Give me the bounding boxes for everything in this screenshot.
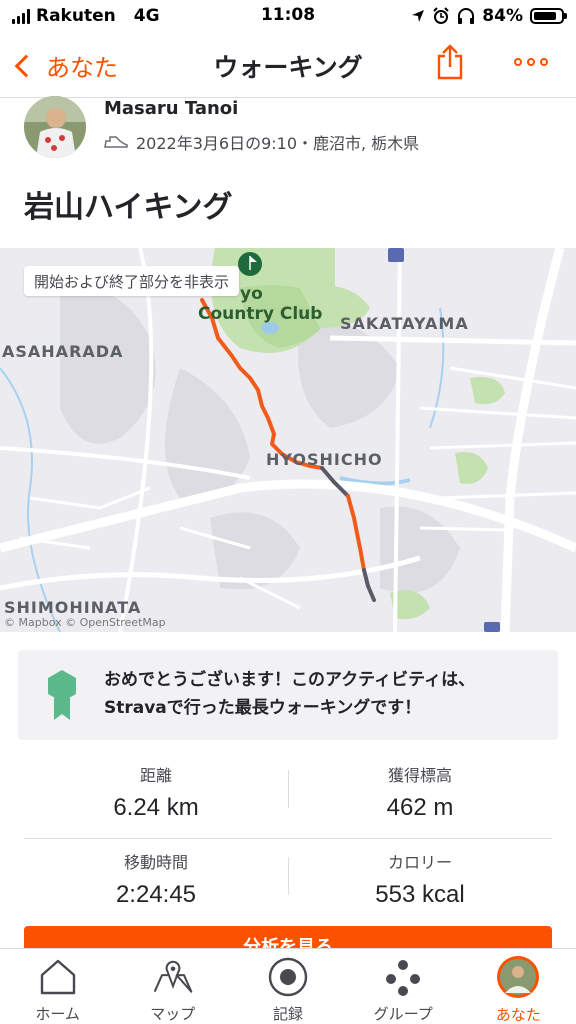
tab-you-label: あなた xyxy=(495,1006,541,1024)
map-label-hyoshicho: HYOSHICHO xyxy=(266,450,383,469)
walking-shoe-icon xyxy=(104,136,128,148)
map-attribution: © Mapbox © OpenStreetMap xyxy=(4,616,166,629)
stat-moving-time-label: 移動時間 xyxy=(123,853,188,872)
map-label-sakatayama: SAKATAYAMA xyxy=(340,314,469,333)
share-icon[interactable] xyxy=(436,44,464,80)
tab-home[interactable]: ホーム xyxy=(0,949,115,1024)
stat-calories: カロリー 553 kcal xyxy=(288,839,552,909)
record-icon xyxy=(268,957,308,996)
athlete-avatar[interactable] xyxy=(24,96,86,158)
athlete-name[interactable]: Masaru Tanoi xyxy=(104,98,238,119)
stat-distance-label: 距離 xyxy=(139,766,172,785)
map-label-country-club: Country Club xyxy=(198,304,323,324)
tab-home-label: ホーム xyxy=(35,1005,80,1023)
tab-you[interactable]: あなた xyxy=(461,949,576,1024)
back-label: あなた xyxy=(46,54,118,82)
battery-icon xyxy=(530,8,567,24)
activity-date-location: 2022年3月6日の9:10・鹿沼市, 栃木県 xyxy=(136,134,420,153)
nav-bar: あなた ウォーキング xyxy=(0,34,576,98)
medal-icon xyxy=(48,670,76,720)
stat-distance-value: 6.24 km xyxy=(113,794,199,821)
activity-page: Rakuten 4G 11:08 84% あなた ウォーキング Masaru T… xyxy=(0,0,576,1024)
profile-avatar-icon xyxy=(497,956,540,998)
back-button[interactable]: あなた xyxy=(12,48,118,83)
battery-fill xyxy=(534,12,556,20)
more-options-button[interactable] xyxy=(514,58,548,66)
stats-row-2: 移動時間 2:24:45 カロリー 553 kcal xyxy=(24,838,552,924)
stat-moving-time-value: 2:24:45 xyxy=(115,881,197,908)
stats-grid: 距離 6.24 km 獲得標高 462 m 移動時間 2:24:45 カロリー … xyxy=(24,752,552,924)
alarm-icon xyxy=(433,7,450,24)
groups-icon xyxy=(386,959,421,996)
tab-maps[interactable]: マップ xyxy=(115,949,230,1024)
chevron-left-icon xyxy=(14,54,38,77)
headphones-icon xyxy=(458,8,475,24)
tab-record[interactable]: 記録 xyxy=(230,949,345,1024)
stat-distance: 距離 6.24 km xyxy=(24,752,288,822)
activity-meta: 2022年3月6日の9:10・鹿沼市, 栃木県 xyxy=(104,130,419,154)
tab-groups[interactable]: グループ xyxy=(346,949,461,1024)
stat-elevation: 獲得標高 462 m xyxy=(288,752,552,822)
status-bar: Rakuten 4G 11:08 84% xyxy=(0,0,576,34)
status-right: 84% xyxy=(411,6,567,26)
stat-moving-time: 移動時間 2:24:45 xyxy=(24,839,288,909)
home-icon xyxy=(40,959,75,994)
stat-calories-value: 553 kcal xyxy=(375,881,465,908)
stat-elevation-label: 獲得標高 xyxy=(387,766,452,785)
stat-elevation-value: 462 m xyxy=(386,794,454,821)
hide-endpoints-button[interactable]: 開始および終了部分を非表示 xyxy=(24,266,240,296)
location-icon xyxy=(412,10,425,22)
tab-maps-label: マップ xyxy=(150,1005,196,1023)
map-label-yo: yo xyxy=(240,284,263,304)
map-label-shimohinata: SHIMOHINATA xyxy=(4,598,142,617)
tab-bar: ホーム マップ 記録 グループ あなた xyxy=(0,948,576,1024)
map-pin-icon xyxy=(153,960,193,993)
map-label-asaharada: ASAHARADA xyxy=(2,342,124,361)
achievement-banner: おめでとうございます！このアクティビティは、Stravaで行った最長ウォーキング… xyxy=(18,650,558,740)
battery-percent: 84% xyxy=(482,6,523,26)
stat-calories-label: カロリー xyxy=(387,853,452,872)
achievement-text: おめでとうございます！このアクティビティは、Stravaで行った最長ウォーキング… xyxy=(104,670,476,718)
tab-record-label: 記録 xyxy=(273,1005,304,1023)
tab-groups-label: グループ xyxy=(373,1005,433,1023)
stats-row-1: 距離 6.24 km 獲得標高 462 m xyxy=(24,752,552,838)
route-map[interactable]: 開始および終了部分を非表示 yo Country Club SAKATAYAMA… xyxy=(0,248,576,632)
activity-title: 岩山ハイキング xyxy=(24,190,233,225)
